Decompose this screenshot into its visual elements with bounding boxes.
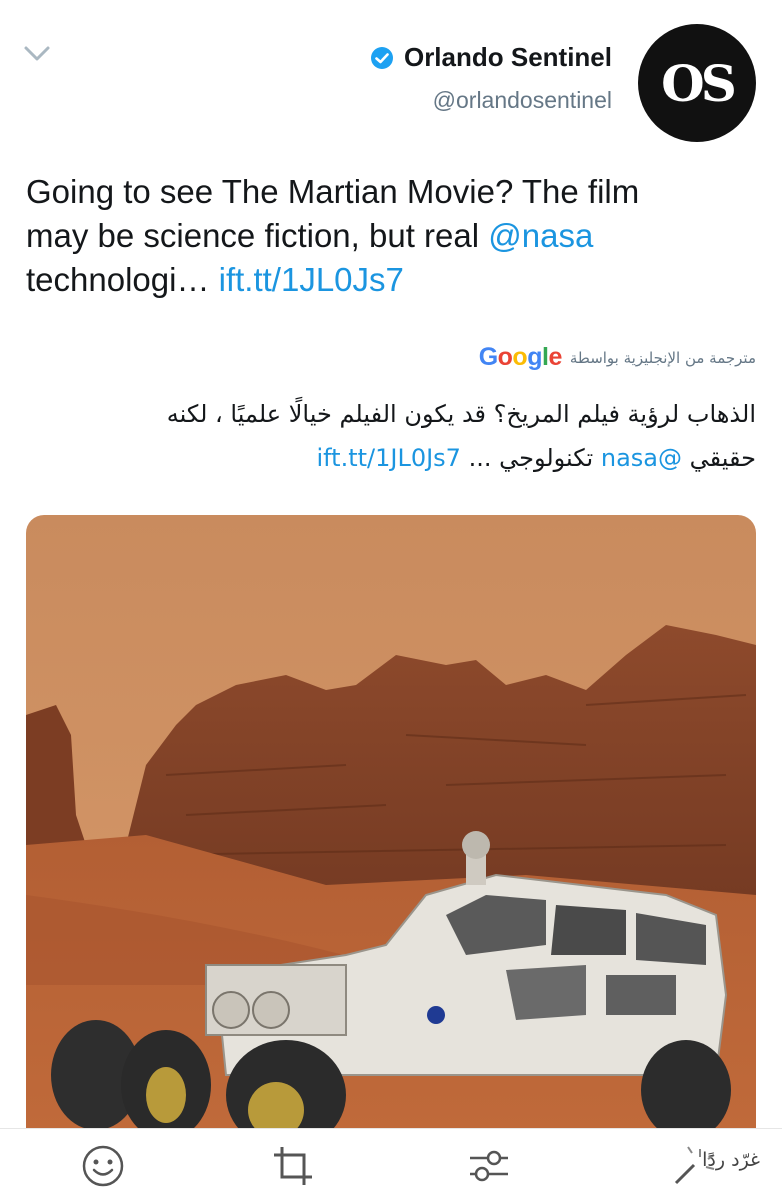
verified-badge-icon <box>370 46 393 69</box>
google-logo: Google <box>478 343 563 371</box>
tweet-line-2: may be science fiction, but real @nasa <box>26 214 756 258</box>
tweet-line-2-text: may be science fiction, but real <box>26 217 489 254</box>
translation-attribution[interactable]: مترجمة من الإنجليزية بواسطة Google <box>479 343 756 372</box>
mention-link[interactable]: @nasa <box>488 217 593 254</box>
crop-icon[interactable] <box>270 1143 316 1189</box>
translation-label: مترجمة من الإنجليزية بواسطة <box>569 348 756 367</box>
author-handle[interactable]: @orlandosentinel <box>370 87 612 114</box>
tweet-header: Orlando Sentinel @orlandosentinel OS <box>370 24 756 142</box>
tweet-line-3: technologi… ift.tt/1JL0Js7 <box>26 258 756 302</box>
translated-line-1: الذهاب لرؤية فيلم المريخ؟ قد يكون الفيلم… <box>166 400 756 428</box>
image-edit-toolbar: غرّد ردًا <box>0 1128 782 1201</box>
smiley-icon[interactable] <box>80 1143 126 1189</box>
mars-rover-image <box>26 515 756 1135</box>
author-display-name[interactable]: Orlando Sentinel <box>404 42 612 73</box>
author-names: Orlando Sentinel @orlandosentinel <box>370 42 612 114</box>
tweet-text: Going to see The Martian Movie? The film… <box>26 170 756 302</box>
chevron-down-icon[interactable] <box>22 42 52 66</box>
translated-line-2-prefix: حقيقي <box>682 444 756 472</box>
translated-url-link[interactable]: ift.tt/1JL0Js7 <box>316 444 460 472</box>
adjust-sliders-icon[interactable] <box>466 1143 512 1189</box>
tweet-media-image[interactable] <box>26 515 756 1135</box>
translated-line-2-mid: تكنولوجي ... <box>460 444 601 472</box>
url-link[interactable]: ift.tt/1JL0Js7 <box>219 261 404 298</box>
tweet-reply-label[interactable]: غرّد ردًا <box>702 1149 760 1171</box>
avatar[interactable]: OS <box>638 24 756 142</box>
translated-line-2: حقيقي @nasa تكنولوجي ... ift.tt/1JL0Js7 <box>26 436 756 480</box>
translated-text: الذهاب لرؤية فيلم المريخ؟ قد يكون الفيلم… <box>26 392 756 480</box>
tweet-line-3-text: technologi… <box>26 261 219 298</box>
author-name-row[interactable]: Orlando Sentinel <box>370 42 612 73</box>
translated-mention-link[interactable]: @nasa <box>601 444 682 472</box>
tweet-line-1: Going to see The Martian Movie? The film <box>26 173 640 210</box>
